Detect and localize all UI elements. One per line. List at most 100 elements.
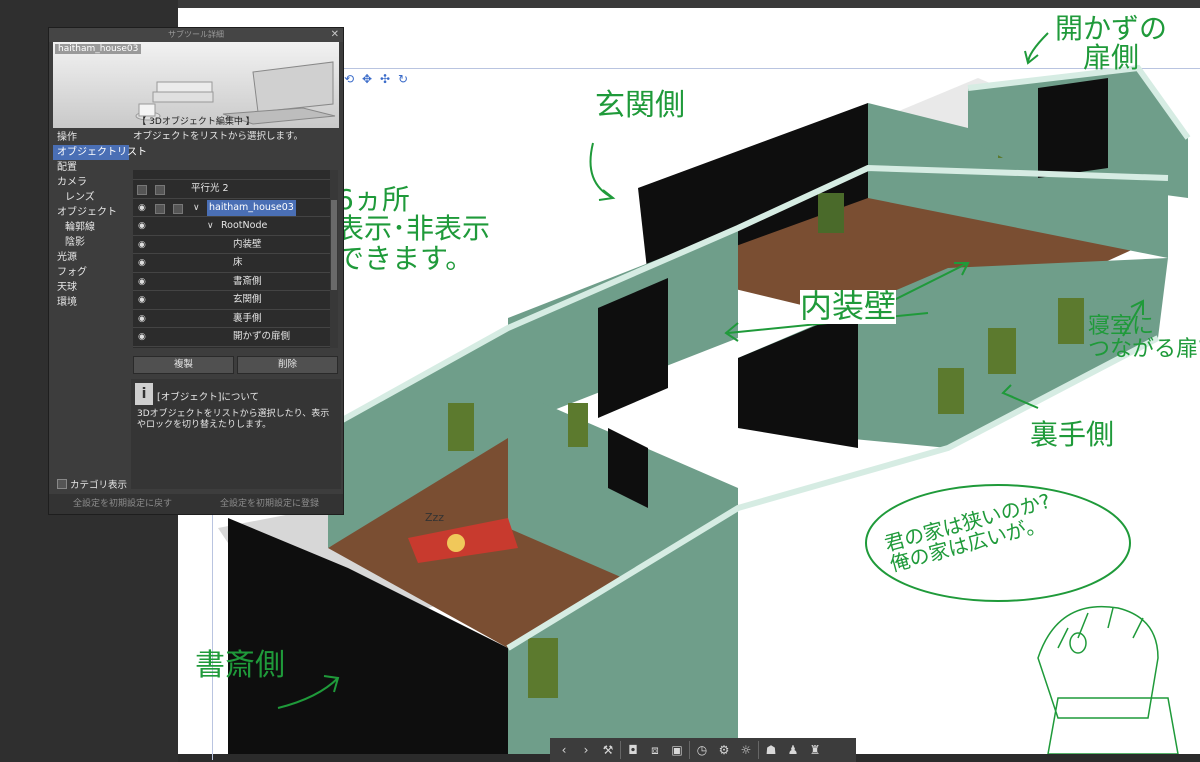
category-display-toggle[interactable]: カテゴリ表示 xyxy=(57,477,127,491)
object-preview: haitham_house03 【 3Dオブジェクト編集中 】 xyxy=(53,42,339,128)
list-row[interactable]: 平行光 2 xyxy=(133,180,338,199)
camera-view-icon[interactable]: ⧈ xyxy=(645,740,665,760)
figure-pose-icon[interactable]: ♟ xyxy=(783,740,803,760)
list-row-label: 玄関側 xyxy=(233,294,262,305)
app-window: ⟲ ✥ ✣ ↻ 玄関側 開かずの 扉側 6ヵ所 表示･非表示 できます。 内装壁… xyxy=(0,0,1200,762)
annotation-akazu: 開かずの 扉側 xyxy=(1055,12,1168,75)
panel-footer: 全設定を初期設定に戻す 全設定を初期設定に登録 xyxy=(49,494,343,514)
delete-button[interactable]: 削除 xyxy=(237,356,338,374)
camera-icon[interactable]: ◘ xyxy=(623,740,643,760)
list-row[interactable]: ◉ ∨ RootNode xyxy=(133,217,338,236)
list-row[interactable]: ◉ 裏手側 xyxy=(133,310,338,328)
list-row-label: RootNode xyxy=(221,220,268,231)
cube-icon[interactable]: ▣ xyxy=(667,740,687,760)
annotation-six-places: 6ヵ所 表示･非表示 できます。 xyxy=(336,183,491,275)
menu-item-sky[interactable]: 天球 xyxy=(53,280,129,295)
visibility-checkbox[interactable] xyxy=(137,185,147,195)
menu-item-environment[interactable]: 環境 xyxy=(53,295,129,310)
list-row-label: 書斎側 xyxy=(233,275,262,287)
annotation-naisou: 内装壁 xyxy=(800,287,897,325)
list-actions: 複製 削除 xyxy=(133,356,338,374)
register-defaults-button[interactable]: 全設定を初期設定に登録 xyxy=(196,494,343,514)
eye-icon[interactable]: ◉ xyxy=(138,236,146,254)
lock-checkbox[interactable] xyxy=(155,203,165,214)
figure-settings-icon[interactable]: ♜ xyxy=(805,740,825,760)
chevron-right-icon[interactable]: › xyxy=(576,740,596,760)
list-scrollbar[interactable] xyxy=(330,170,338,348)
list-row-label: haitham_house03 xyxy=(207,199,296,216)
checkbox[interactable] xyxy=(57,479,67,489)
figure-icon[interactable]: ☗ xyxy=(761,740,781,760)
sleep-zzz: Zzz xyxy=(425,511,445,524)
eye-icon[interactable]: ◉ xyxy=(138,254,146,272)
help-text: 3Dオブジェクトをリストから選択したり、表示やロックを切り替えたりします。 xyxy=(137,409,330,430)
top-bar xyxy=(0,0,1200,8)
subtool-detail-panel: サブツール詳細 ✕ haitham_house03 【 3Dオブジェクト編集中 … xyxy=(48,27,344,515)
preview-object-name: haitham_house03 xyxy=(55,44,142,54)
list-row-label: 床 xyxy=(233,257,243,268)
panel-title: サブツール詳細 ✕ xyxy=(49,28,343,42)
list-row-label: 内装壁 xyxy=(233,238,262,250)
light-icon[interactable]: ☼ xyxy=(736,740,756,760)
menu-item-shading[interactable]: 陰影 xyxy=(53,235,129,250)
category-menu: 操作 オブジェクトリスト 配置 カメラ レンズ オブジェクト 輪郭線 陰影 光源… xyxy=(53,130,147,310)
menu-item-camera[interactable]: カメラ xyxy=(53,175,129,190)
chevron-down-icon[interactable]: ∨ xyxy=(193,199,200,217)
reset-view-icon[interactable]: ↻ xyxy=(396,72,410,86)
list-row-partial xyxy=(133,170,338,180)
chevron-down-icon[interactable]: ∨ xyxy=(207,217,214,235)
help-box: i [オブジェクト]について 3Dオブジェクトをリストから選択したり、表示やロッ… xyxy=(131,379,341,489)
help-title: [オブジェクト]について xyxy=(157,392,260,403)
divider xyxy=(689,741,690,759)
lock-checkbox[interactable] xyxy=(155,185,165,195)
scale-object-icon[interactable]: ✣ xyxy=(378,72,392,86)
list-row[interactable]: ◉ 内装壁 xyxy=(133,236,338,254)
section-description: オブジェクトをリストから選択します。 xyxy=(133,131,304,142)
eye-icon[interactable]: ◉ xyxy=(138,273,146,291)
preview-status: 【 3Dオブジェクト編集中 】 xyxy=(137,117,255,127)
3d-bottom-toolbar: ‹ › ⚒ ◘ ⧈ ▣ ◷ ⚙ ☼ ☗ ♟ ♜ xyxy=(550,738,856,762)
eye-icon[interactable]: ◉ xyxy=(138,199,146,217)
menu-item-lens[interactable]: レンズ xyxy=(53,190,129,205)
menu-item-outline[interactable]: 輪郭線 xyxy=(53,220,129,235)
menu-item-light[interactable]: 光源 xyxy=(53,250,129,265)
reset-defaults-button[interactable]: 全設定を初期設定に戻す xyxy=(49,494,196,514)
scrollbar-thumb[interactable] xyxy=(331,200,337,290)
close-icon[interactable]: ✕ xyxy=(331,28,339,42)
eye-icon[interactable]: ◉ xyxy=(138,217,146,235)
list-row[interactable]: ◉ 床 xyxy=(133,254,338,273)
list-row-selected[interactable]: ◉ ∨ haitham_house03 xyxy=(133,199,338,217)
move-object-icon[interactable]: ⟲ xyxy=(342,72,356,86)
annotation-genkan: 玄関側 xyxy=(595,88,685,123)
eye-icon[interactable]: ◉ xyxy=(138,310,146,328)
menu-item-object-list[interactable]: オブジェクトリスト xyxy=(53,145,147,160)
rotate-object-icon[interactable]: ✥ xyxy=(360,72,374,86)
3d-camera-toolbar: ⟲ ✥ ✣ ↻ xyxy=(342,72,410,86)
ground-icon[interactable]: ◷ xyxy=(692,740,712,760)
list-row-label: 裏手側 xyxy=(233,312,262,324)
duplicate-button[interactable]: 複製 xyxy=(133,356,234,374)
menu-item-operation[interactable]: 操作 xyxy=(53,130,129,145)
list-row-label: 開かずの扉側 xyxy=(233,331,291,342)
list-row[interactable]: ◉ 開かずの扉側 xyxy=(133,328,338,347)
panel-title-text: サブツール詳細 xyxy=(168,30,224,39)
list-row[interactable]: ◉ 書斎側 xyxy=(133,273,338,291)
checkbox[interactable] xyxy=(173,203,183,214)
menu-item-placement[interactable]: 配置 xyxy=(53,160,129,175)
annotation-urate: 裏手側 xyxy=(1030,418,1115,451)
annotation-shosai: 書斎側 xyxy=(195,648,285,683)
object-list: 平行光 2 ◉ ∨ haitham_house03 ◉ ∨ RootNode ◉… xyxy=(133,170,338,348)
divider xyxy=(758,741,759,759)
eye-icon[interactable]: ◉ xyxy=(138,328,146,346)
list-row-label: 平行光 2 xyxy=(191,183,229,194)
info-icon: i xyxy=(135,383,153,405)
menu-item-fog[interactable]: フォグ xyxy=(53,265,129,280)
wrench-icon[interactable]: ⚒ xyxy=(598,740,618,760)
menu-item-object[interactable]: オブジェクト xyxy=(53,205,129,220)
divider xyxy=(620,741,621,759)
pose-icon[interactable]: ⚙ xyxy=(714,740,734,760)
eye-icon[interactable]: ◉ xyxy=(138,291,146,309)
list-row[interactable]: ◉ 玄関側 xyxy=(133,291,338,310)
chevron-left-icon[interactable]: ‹ xyxy=(554,740,574,760)
category-display-label: カテゴリ表示 xyxy=(70,480,128,491)
